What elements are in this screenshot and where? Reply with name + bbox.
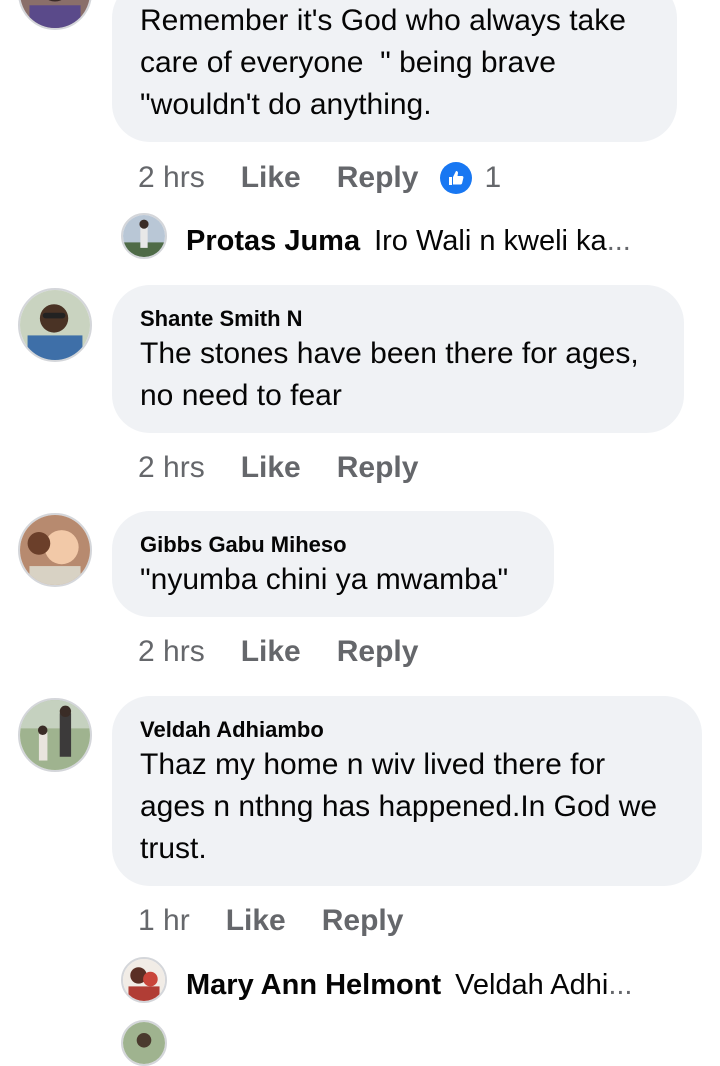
comment-text: Remember it's God who always take care o… — [140, 4, 626, 121]
avatar[interactable] — [18, 288, 92, 362]
comment-text: Thaz my home n wiv lived there for ages … — [140, 748, 658, 865]
reply-preview[interactable]: Mary Ann Helmont Veldah Adhi... — [186, 960, 632, 1010]
comment-actions: 2 hrs Like Reply — [138, 632, 418, 672]
comment-actions: 1 hr Like Reply — [138, 901, 403, 941]
comment-text: The stones have been there for ages, no … — [140, 337, 639, 412]
avatar[interactable] — [18, 0, 92, 30]
reply-author[interactable]: Mary Ann Helmont — [186, 969, 441, 1002]
reply-ellipsis: ... — [608, 968, 633, 1001]
avatar[interactable] — [18, 698, 92, 772]
comment-time[interactable]: 1 hr — [138, 904, 190, 938]
reply-author[interactable]: Protas Juma — [186, 225, 360, 258]
comment-bubble: Remember it's God who always take care o… — [112, 0, 677, 142]
reply-button[interactable]: Reply — [337, 161, 419, 195]
comment-author[interactable]: Veldah Adhiambo — [140, 716, 674, 744]
reply-text: Iro Wali n kweli ka — [374, 224, 607, 257]
like-button[interactable]: Like — [241, 635, 301, 669]
comment-time[interactable]: 2 hrs — [138, 451, 205, 485]
reply-preview[interactable]: Protas Juma Iro Wali n kweli ka... — [186, 216, 631, 266]
like-button[interactable]: Like — [241, 161, 301, 195]
like-button[interactable]: Like — [241, 451, 301, 485]
reaction-count[interactable]: 1 — [484, 161, 501, 195]
avatar[interactable] — [18, 513, 92, 587]
avatar[interactable] — [121, 1020, 167, 1066]
comment-text: "nyumba chini ya mwamba" — [140, 563, 509, 596]
comment-bubble: Shante Smith N The stones have been ther… — [112, 285, 684, 433]
like-button[interactable]: Like — [226, 904, 286, 938]
comment-time[interactable]: 2 hrs — [138, 161, 205, 195]
comment-time[interactable]: 2 hrs — [138, 635, 205, 669]
comment-actions: 2 hrs Like Reply 1 — [138, 158, 501, 198]
avatar[interactable] — [121, 213, 167, 259]
like-thumb-icon[interactable] — [440, 162, 473, 194]
reply-button[interactable]: Reply — [337, 451, 419, 485]
reply-button[interactable]: Reply — [322, 904, 404, 938]
comment-actions: 2 hrs Like Reply — [138, 448, 418, 488]
comment-bubble: Gibbs Gabu Miheso "nyumba chini ya mwamb… — [112, 511, 554, 617]
reply-text: Veldah Adhi — [455, 968, 609, 1001]
reply-ellipsis: ... — [606, 224, 631, 257]
comment-author[interactable]: Gibbs Gabu Miheso — [140, 531, 526, 559]
comment-bubble: Veldah Adhiambo Thaz my home n wiv lived… — [112, 696, 702, 886]
avatar[interactable] — [121, 957, 167, 1003]
reply-button[interactable]: Reply — [337, 635, 419, 669]
comment-author[interactable]: Shante Smith N — [140, 305, 656, 333]
